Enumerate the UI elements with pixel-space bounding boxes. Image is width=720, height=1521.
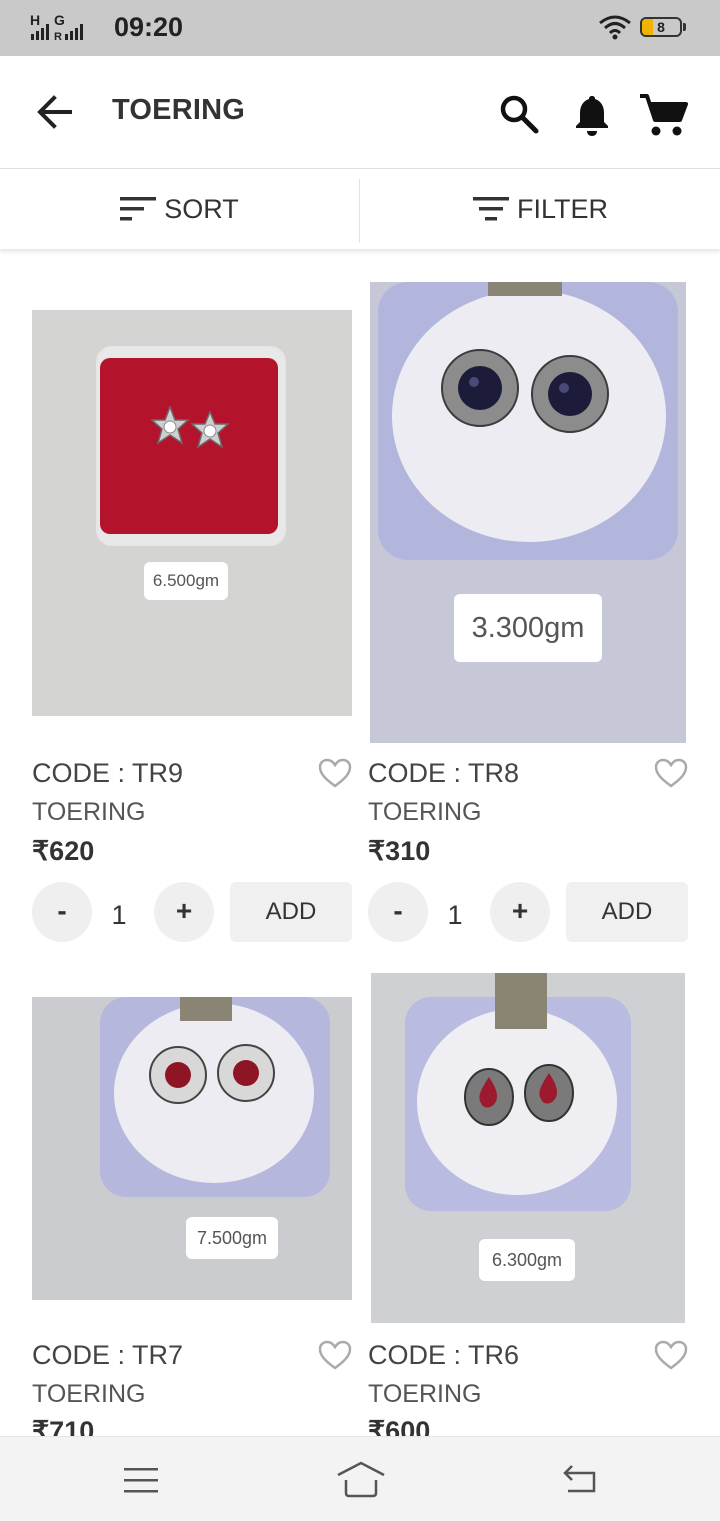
back-arrow-icon[interactable] [30,90,82,134]
decrement-button[interactable]: - [368,882,428,942]
product-card[interactable]: 6.300gm CODE : TR6 TOERING ₹600 [360,960,720,1446]
filter-button[interactable]: FILTER [361,169,720,249]
product-code: CODE : TR7 [32,1340,184,1370]
product-image[interactable]: 3.300gm [370,282,686,743]
quantity-value: 1 [447,900,463,930]
filter-icon [472,197,509,221]
divider [359,179,360,243]
ring-pair-image [150,404,230,449]
battery-tip [683,23,686,31]
home-icon[interactable] [336,1459,386,1499]
box-clip [180,997,232,1021]
back-icon[interactable] [560,1461,600,1497]
ring-pair-image [149,1044,275,1104]
ring-pair-image [464,1064,574,1126]
battery-icon: 8 [640,17,682,37]
quantity-value: 1 [111,900,127,930]
svg-text:H: H [30,12,40,28]
svg-text:G: G [54,12,65,28]
ring-pair-image [441,349,609,433]
product-category: TOERING [32,1380,146,1408]
page-title: TOERING [112,94,245,126]
product-code: CODE : TR9 [32,758,184,788]
heart-icon[interactable] [654,1340,688,1370]
sort-button[interactable]: SORT [0,169,359,249]
status-bar: H G R 09:20 8 [0,0,720,56]
weight-tag: 7.500gm [186,1217,278,1259]
product-image[interactable]: 6.300gm [371,973,685,1323]
sort-filter-bar: SORT FILTER [0,169,720,249]
weight-tag: 6.300gm [479,1239,575,1281]
product-card[interactable]: 7.500gm CODE : TR7 TOERING ₹710 [0,960,360,1446]
product-image[interactable]: 6.500gm [32,310,352,716]
sort-icon [120,197,157,221]
signal-strength-icon: H G R [30,12,83,42]
product-price: ₹620 [32,836,95,866]
heart-icon[interactable] [318,1340,352,1370]
weight-tag: 3.300gm [454,594,602,662]
product-category: TOERING [32,798,146,826]
product-code: CODE : TR8 [368,758,520,788]
system-nav-bar [0,1436,720,1521]
decrement-button[interactable]: - [32,882,92,942]
bell-icon[interactable] [570,92,614,138]
product-category: TOERING [368,1380,482,1408]
wifi-icon [599,15,631,40]
status-time: 09:20 [114,12,184,42]
product-category: TOERING [368,798,482,826]
add-to-cart-button[interactable]: ADD [566,882,688,942]
menu-icon[interactable] [122,1465,160,1495]
increment-button[interactable]: + [490,882,550,942]
box-clip [488,282,562,296]
add-to-cart-button[interactable]: ADD [230,882,352,942]
filter-label: FILTER [516,193,608,224]
heart-icon[interactable] [654,758,688,788]
product-card[interactable]: 3.300gm CODE : TR8 TOERING ₹310 - 1 + AD… [360,250,720,950]
sort-label: SORT [164,193,239,224]
product-image[interactable]: 7.500gm [32,997,352,1300]
weight-tag: 6.500gm [144,562,228,600]
app-bar: TOERING [0,56,720,169]
box-clip [495,973,547,1029]
battery-level-text: 8 [657,19,665,35]
product-card[interactable]: 6.500gm CODE : TR9 TOERING ₹620 - 1 + AD… [0,250,360,950]
cart-icon[interactable] [638,92,688,138]
heart-icon[interactable] [318,758,352,788]
product-price: ₹310 [368,836,431,866]
svg-text:R: R [54,31,62,42]
search-icon[interactable] [497,92,541,136]
product-code: CODE : TR6 [368,1340,520,1370]
increment-button[interactable]: + [154,882,214,942]
